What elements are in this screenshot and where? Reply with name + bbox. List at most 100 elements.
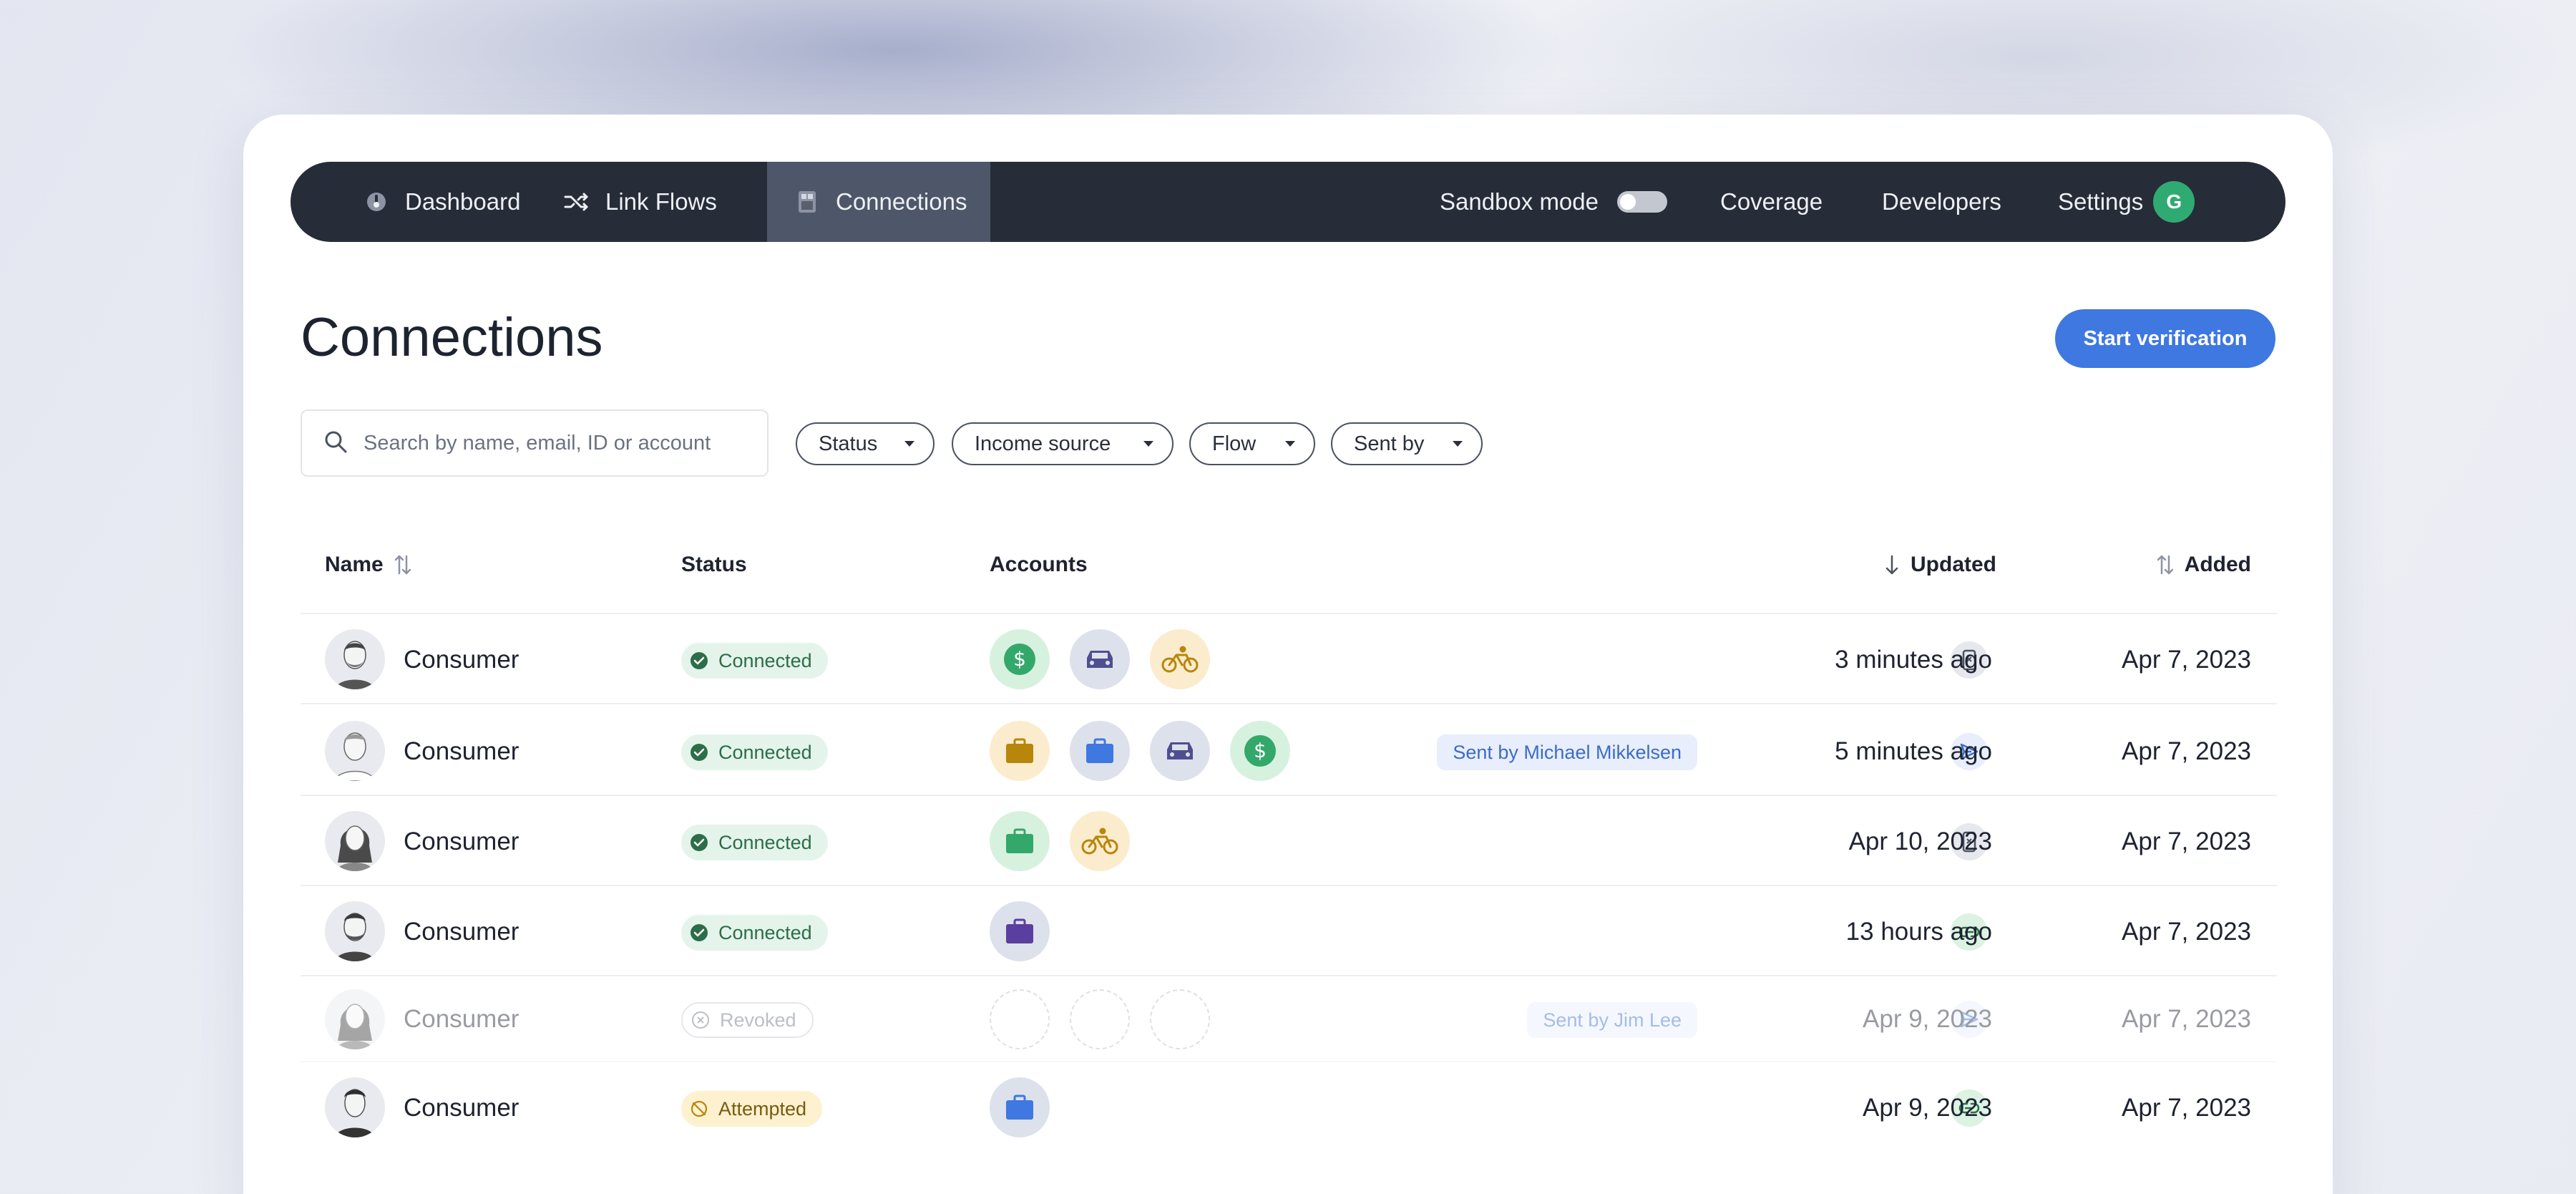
caret-down-icon: [1285, 441, 1295, 447]
caret-down-icon: [1453, 441, 1463, 447]
avatar: [325, 629, 385, 689]
main-card: Dashboard Link Flows Connections Sandbox…: [243, 115, 2333, 1194]
nav-connections-label: Connections: [836, 188, 967, 215]
sandbox-mode[interactable]: Sandbox mode: [1440, 162, 1667, 242]
sort-icon: [2156, 553, 2175, 576]
user-avatar[interactable]: G: [2153, 181, 2195, 223]
column-header-name[interactable]: Name: [325, 553, 412, 577]
top-nav: Dashboard Link Flows Connections Sandbox…: [291, 162, 2285, 242]
search-input[interactable]: [364, 431, 750, 455]
added-date: Apr 7, 2023: [2122, 1005, 2251, 1033]
account-dollar-icon[interactable]: $: [1230, 721, 1290, 781]
sort-icon: [394, 553, 412, 576]
nav-coverage[interactable]: Coverage: [1720, 162, 1823, 242]
status-label: Connected: [718, 921, 812, 943]
avatar: [325, 811, 385, 871]
added-date: Apr 7, 2023: [2122, 827, 2251, 855]
added-date: Apr 7, 2023: [2122, 737, 2251, 765]
income-source-filter[interactable]: Income source: [952, 422, 1174, 465]
nav-developers[interactable]: Developers: [1882, 162, 2001, 242]
column-header-name-label: Name: [325, 553, 384, 576]
sent-by-filter-label: Sent by: [1354, 432, 1425, 455]
column-header-added-label: Added: [2184, 553, 2251, 576]
income-source-filter-label: Income source: [975, 432, 1111, 455]
account-empty-slot: [990, 989, 1050, 1049]
account-car-icon[interactable]: [1070, 629, 1130, 689]
consumer-name[interactable]: Consumer: [404, 646, 519, 674]
account-empty-slot: [1150, 989, 1210, 1049]
sent-by-tag: Sent by Michael Mikkelsen: [1437, 734, 1697, 770]
link-off-icon: [690, 1100, 708, 1118]
sent-by-filter[interactable]: Sent by: [1331, 422, 1483, 465]
table-row[interactable]: Consumer Attempted Apr 9, 2023 Apr 7, 20…: [301, 1062, 2277, 1152]
account-briefcase-icon[interactable]: [990, 721, 1050, 781]
column-header-updated[interactable]: Updated: [1883, 553, 1996, 577]
status-badge: Attempted: [681, 1091, 823, 1127]
account-briefcase-icon[interactable]: [1070, 721, 1130, 781]
caret-down-icon: [904, 441, 914, 447]
table-row[interactable]: Consumer Connected Apr 10, 2023 Apr 7, 2…: [301, 796, 2277, 886]
sandbox-toggle[interactable]: [1617, 191, 1667, 213]
sent-by-tag: Sent by Jim Lee: [1527, 1002, 1697, 1038]
column-header-added[interactable]: Added: [2156, 553, 2251, 577]
updated-time: Apr 9, 2023: [1863, 1094, 1992, 1122]
table-row[interactable]: Consumer Revoked Sent by Jim Lee Apr 9, …: [301, 976, 2277, 1062]
added-date: Apr 7, 2023: [2122, 918, 2251, 946]
status-badge: Revoked: [681, 1002, 814, 1038]
check-circle-icon: [690, 743, 708, 762]
account-empty-slot: [1070, 989, 1130, 1049]
updated-time: 3 minutes ago: [1835, 646, 1992, 674]
status-filter[interactable]: Status: [796, 422, 935, 465]
nav-settings[interactable]: Settings G: [2058, 162, 2195, 242]
check-circle-icon: [690, 923, 708, 942]
consumer-name[interactable]: Consumer: [404, 1094, 519, 1122]
added-date: Apr 7, 2023: [2122, 1094, 2251, 1122]
consumer-name[interactable]: Consumer: [404, 918, 519, 946]
nav-coverage-label: Coverage: [1720, 188, 1823, 215]
svg-text:$: $: [1013, 647, 1026, 671]
table-row[interactable]: Consumer Connected $ Sent by Michael Mik…: [301, 706, 2277, 796]
flow-filter[interactable]: Flow: [1189, 422, 1315, 465]
account-briefcase-icon[interactable]: [990, 1077, 1050, 1137]
account-dollar-icon[interactable]: $: [990, 629, 1050, 689]
status-badge: Connected: [681, 825, 828, 860]
svg-text:$: $: [1254, 739, 1267, 762]
nav-dashboard-label: Dashboard: [405, 188, 521, 215]
status-label: Attempted: [718, 1097, 807, 1120]
status-filter-label: Status: [819, 432, 878, 455]
flow-filter-label: Flow: [1212, 432, 1257, 455]
account-briefcase-icon[interactable]: [990, 811, 1050, 871]
nav-settings-label: Settings: [2058, 188, 2144, 215]
check-circle-icon: [690, 833, 708, 852]
account-briefcase-icon[interactable]: [990, 901, 1050, 961]
nav-connections[interactable]: Connections: [767, 162, 990, 242]
page-title: Connections: [301, 307, 603, 368]
table-row[interactable]: Consumer Connected 13 hours ago Apr 7, 2…: [301, 886, 2277, 976]
sandbox-mode-label: Sandbox mode: [1440, 188, 1599, 215]
sort-down-icon: [1883, 553, 1901, 576]
column-header-accounts: Accounts: [990, 553, 1088, 576]
consumer-name[interactable]: Consumer: [404, 827, 519, 856]
status-label: Connected: [718, 831, 812, 853]
nav-link-flows-label: Link Flows: [605, 188, 717, 215]
account-bike-icon[interactable]: [1150, 629, 1210, 689]
nav-link-flows[interactable]: Link Flows: [562, 162, 717, 242]
status-label: Revoked: [720, 1009, 796, 1031]
shuffle-icon: [562, 188, 591, 216]
nav-developers-label: Developers: [1882, 188, 2001, 215]
search-icon: [323, 429, 348, 457]
table-row[interactable]: Consumer Connected $ 3 minutes ago Apr 7…: [301, 614, 2277, 704]
updated-time: 5 minutes ago: [1835, 737, 1992, 765]
account-car-icon[interactable]: [1150, 721, 1210, 781]
consumer-name[interactable]: Consumer: [404, 1005, 519, 1034]
check-circle-icon: [690, 651, 708, 670]
gauge-icon: [362, 188, 391, 216]
status-badge: Connected: [681, 643, 828, 679]
account-bike-icon[interactable]: [1070, 811, 1130, 871]
search-box[interactable]: [301, 409, 769, 477]
start-verification-button[interactable]: Start verification: [2055, 309, 2275, 368]
updated-time: 13 hours ago: [1845, 918, 1992, 946]
caret-down-icon: [1143, 441, 1153, 447]
nav-dashboard[interactable]: Dashboard: [362, 162, 520, 242]
consumer-name[interactable]: Consumer: [404, 737, 519, 766]
